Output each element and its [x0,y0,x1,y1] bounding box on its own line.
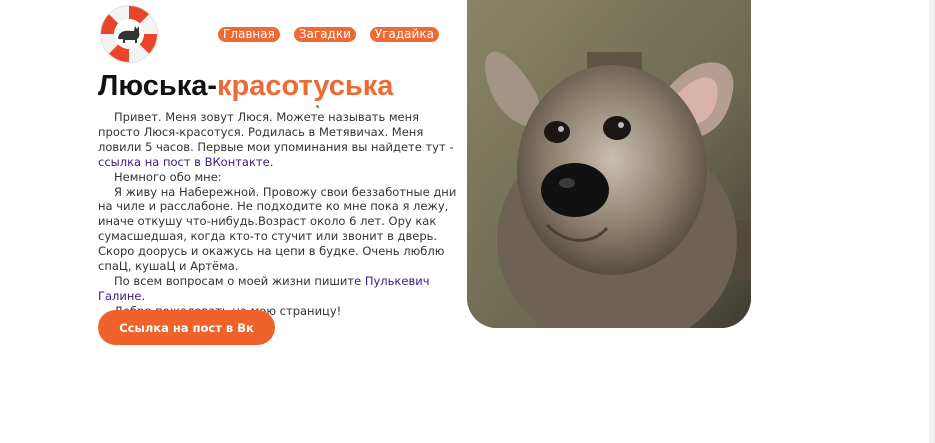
nav-riddles-link[interactable]: Загадки [293,27,356,42]
dog-photo [467,0,751,328]
nav-guess-link[interactable]: Угадайка [369,27,439,42]
title-accent: красотуська [217,70,394,102]
nav-home-link[interactable]: Главная [218,27,280,42]
bio-text: Привет. Меня зовут Люся. Можете называть… [98,110,458,319]
main-nav: Главная Загадки Угадайка [218,27,439,42]
bio-paragraph: Привет. Меня зовут Люся. Можете называть… [98,110,458,170]
cat-icon [118,26,140,43]
vk-post-button[interactable]: Ссылка на пост в Вк [98,310,275,345]
contact-end: . [141,288,146,303]
vk-post-link[interactable]: ссылка на пост в ВКонтакте [98,155,270,169]
contact-text: По всем вопросам о моей жизни пишите [114,273,365,288]
page-title: Люська-красотуська [98,70,393,103]
bio-paragraph: Немного обо мне: [114,169,222,184]
site-logo[interactable] [101,6,157,62]
dog-illustration [467,0,751,328]
accent-dot [316,105,319,108]
title-main: Люська- [98,70,217,102]
bio-intro-end: . [269,154,274,169]
bio-paragraph: По всем вопросам о моей жизни пишите Пул… [98,274,458,304]
scrollbar-track[interactable] [929,0,935,443]
bio-intro-text: Привет. Меня зовут Люся. Можете называть… [98,110,454,154]
bio-paragraph: Я живу на Набережной. Провожу свои безза… [98,184,457,274]
